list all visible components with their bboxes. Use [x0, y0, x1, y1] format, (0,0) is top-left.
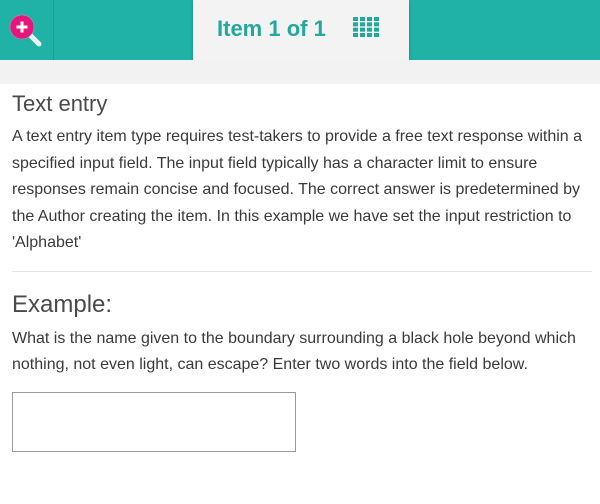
item-counter: Item 1 of 1: [217, 16, 326, 41]
item-description: A text entry item type requires test-tak…: [12, 128, 583, 251]
example-heading: Example:: [12, 290, 113, 318]
answer-input[interactable]: [12, 391, 296, 452]
section-title: Text entry: [12, 91, 108, 116]
divider: [12, 270, 592, 272]
item-content: Text entry A text entry item type requir…: [12, 84, 592, 452]
question-text: What is the name given to the boundary s…: [12, 329, 576, 373]
top-bar: Item 1 of 1: [0, 0, 600, 60]
zoom-in-icon[interactable]: [9, 14, 45, 50]
header-spacer: [0, 60, 600, 84]
grid-menu-icon[interactable]: [353, 17, 379, 37]
item-navigator[interactable]: Item 1 of 1: [193, 0, 409, 60]
zoom-button[interactable]: [0, 0, 54, 60]
